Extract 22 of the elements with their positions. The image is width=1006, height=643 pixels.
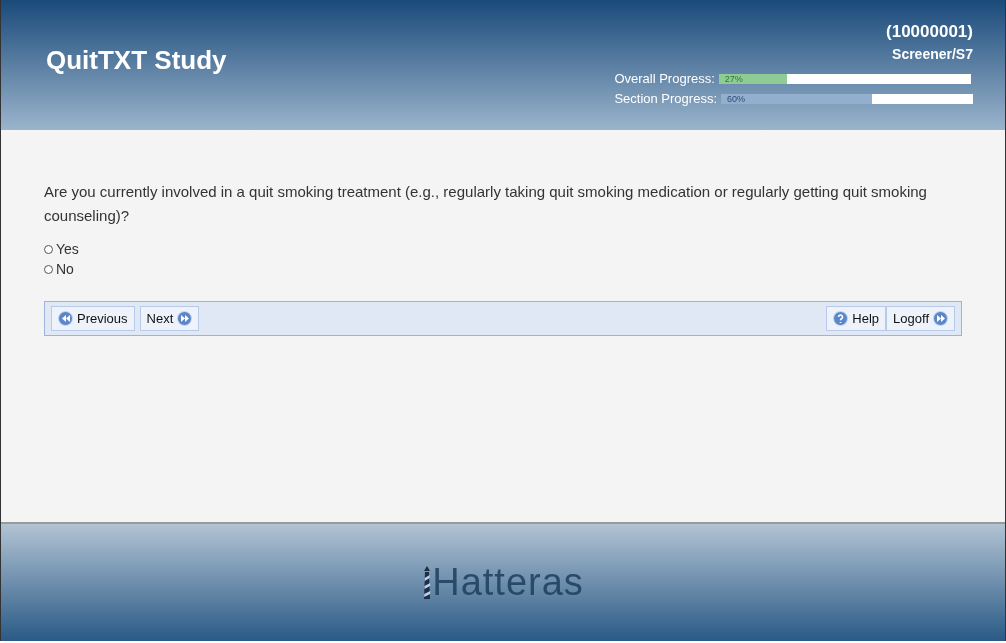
nav-button[interactable]: Previous [51, 306, 135, 331]
nav-button[interactable]: Logoff [886, 306, 955, 331]
participant-id: (10000001) [886, 22, 973, 42]
radio-button[interactable] [44, 244, 53, 254]
study-title: QuitTXT Study [46, 45, 227, 77]
lighthouse-icon [422, 565, 433, 600]
progress-percent: 60% [727, 93, 745, 105]
progress-percent: 27% [724, 73, 743, 85]
radio-button[interactable] [44, 264, 53, 274]
fast-forward-icon [177, 311, 193, 326]
logo-text: Hatteras [432, 561, 584, 604]
question-text: Are you currently involved in a quit smoking treatment (e.g., regularly taking quit smoking medication or regularly getting quit smoking counseling)? [44, 182, 928, 226]
option-label[interactable]: Yes [56, 241, 79, 257]
nav-button[interactable]: Next [139, 306, 200, 331]
help-icon [833, 311, 849, 326]
fast-forward-icon [933, 311, 948, 326]
progress-label: Overall Progress: [614, 71, 715, 86]
screen-location: Screener/S7 [892, 46, 973, 62]
progress-label: Section Progress: [614, 91, 717, 106]
nav-button[interactable]: Help [826, 306, 887, 331]
option-label[interactable]: No [56, 261, 74, 277]
rewind-icon [58, 311, 73, 326]
